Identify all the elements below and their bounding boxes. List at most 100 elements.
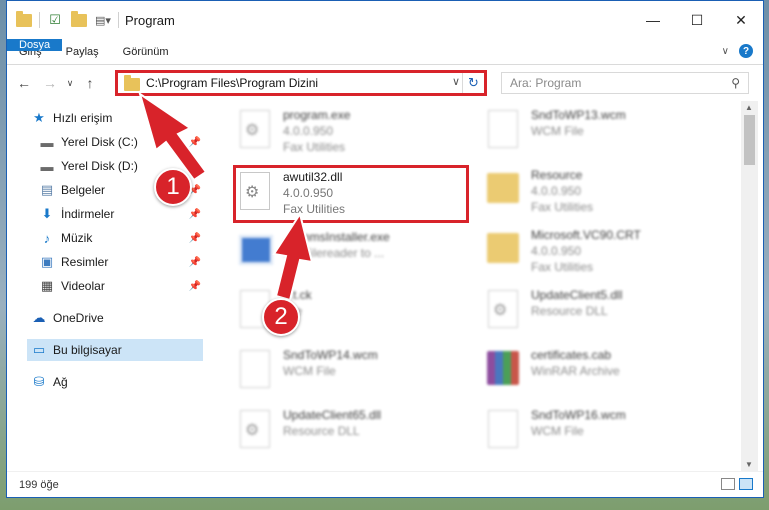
file-description: ...T Filereader to ... <box>283 246 385 260</box>
refresh-icon[interactable]: ↻ <box>462 73 484 93</box>
search-placeholder: Ara: Program <box>510 76 582 90</box>
recent-locations-button[interactable]: ∨ <box>63 70 77 96</box>
file-icon <box>235 347 275 391</box>
pin-icon[interactable]: 📌 <box>189 209 201 220</box>
file-name: program.exe <box>283 108 351 122</box>
view-buttons <box>721 478 753 490</box>
sidebar-item-videos[interactable]: ▦ Videolar 📌 <box>39 275 207 297</box>
file-description: Fax Utilities <box>531 200 594 214</box>
close-button[interactable]: ✕ <box>719 1 763 39</box>
file-item[interactable]: certificates.cab WinRAR Archive <box>483 347 620 391</box>
pin-icon[interactable]: 📌 <box>189 281 201 292</box>
network-icon: ⛁ <box>33 374 45 389</box>
file-item[interactable]: SndToWP13.wcm WCM File <box>483 107 626 151</box>
help-icon[interactable]: ? <box>739 44 753 58</box>
minimize-button[interactable]: — <box>631 1 675 39</box>
pin-icon[interactable]: 📌 <box>189 233 201 244</box>
star-icon: ★ <box>33 110 45 125</box>
file-item[interactable]: UpdateClient65.dll Resource DLL <box>235 407 381 451</box>
large-icons-view-icon[interactable] <box>739 478 753 490</box>
music-icon: ♪ <box>43 230 51 246</box>
sidebar-item-network[interactable]: ⛁ Ağ <box>31 371 225 393</box>
folder-icon <box>483 227 523 271</box>
sidebar-item-onedrive[interactable]: ☁ OneDrive <box>31 307 225 329</box>
sidebar-item-label: Yerel Disk (D:) <box>61 159 138 173</box>
file-name: SndToWP16.wcm <box>531 408 626 422</box>
cloud-icon: ☁ <box>32 310 46 325</box>
pin-icon[interactable]: 📌 <box>189 137 201 148</box>
sidebar-item-label: OneDrive <box>53 311 104 325</box>
explorer-window: ☑ ▤▾ Program — ☐ ✕ Dosya Giriş Paylaş Gö… <box>6 0 764 498</box>
file-icon <box>483 407 523 451</box>
step-badge-1: 1 <box>154 168 192 206</box>
file-description: WCM File <box>283 364 336 378</box>
sidebar-item-label: Videolar <box>61 279 105 293</box>
file-item[interactable]: SndToWP14.wcm WCM File <box>235 347 378 391</box>
sidebar-item-quick-access[interactable]: ★ Hızlı erişim <box>31 107 225 129</box>
back-button[interactable]: ← <box>11 70 37 96</box>
forward-button[interactable]: → <box>37 70 63 96</box>
pin-icon[interactable]: 📌 <box>189 257 201 268</box>
address-path[interactable]: C:\Program Files\Program Dizini <box>146 76 318 90</box>
pin-icon[interactable]: 📌 <box>189 161 201 172</box>
status-bar: 199 öğe <box>7 471 763 497</box>
content-area: ★ Hızlı erişim ▬ Yerel Disk (C:) 📌 ▬ Yer… <box>7 101 763 471</box>
scroll-down-icon[interactable]: ▼ <box>745 460 753 469</box>
tab-view[interactable]: Görünüm <box>111 39 181 64</box>
file-item[interactable]: program.exe 4.0.0.950 Fax Utilities <box>235 107 350 155</box>
title-bar: ☑ ▤▾ Program — ☐ ✕ <box>7 1 763 39</box>
archive-icon <box>483 347 523 391</box>
installer-icon <box>235 229 275 273</box>
file-item[interactable]: SndToWP16.wcm WCM File <box>483 407 626 451</box>
details-view-icon[interactable] <box>721 478 735 490</box>
expand-ribbon-icon[interactable]: ∨ <box>722 46 729 57</box>
file-version: 4.0.0.950 <box>283 124 334 138</box>
properties-icon[interactable]: ☑ <box>46 12 64 28</box>
item-count: 199 öğe <box>19 478 59 491</box>
sidebar-item-disk-c[interactable]: ▬ Yerel Disk (C:) 📌 <box>39 131 207 153</box>
scrollbar-thumb[interactable] <box>744 115 755 165</box>
drive-icon: ▬ <box>40 134 54 150</box>
file-name: ...ammsInstaller.exe <box>283 230 390 244</box>
new-folder-icon[interactable] <box>70 10 88 28</box>
folder-icon <box>15 10 33 28</box>
file-description: Fax Utilities <box>531 260 594 274</box>
customize-toolbar-icon[interactable]: ▤▾ <box>94 12 112 28</box>
folder-item[interactable]: Microsoft.VC90.CRT 4.0.0.950 Fax Utiliti… <box>483 227 641 275</box>
tab-file[interactable]: Dosya <box>7 39 63 51</box>
file-description: Resource DLL <box>283 424 360 438</box>
maximize-button[interactable]: ☐ <box>675 1 719 39</box>
navigation-bar: ← → ∨ ↑ C:\Program Files\Program Dizini … <box>7 65 763 101</box>
sidebar-item-music[interactable]: ♪ Müzik 📌 <box>39 227 207 249</box>
folder-item[interactable]: Resource 4.0.0.950 Fax Utilities <box>483 167 593 215</box>
file-description: WinRAR Archive <box>531 364 620 378</box>
file-name: UpdateClient5.dll <box>531 288 623 302</box>
folder-icon <box>124 75 140 91</box>
sidebar-item-this-pc[interactable]: ▭ Bu bilgisayar <box>27 339 203 361</box>
drive-icon: ▬ <box>40 158 54 174</box>
sidebar-item-label: Bu bilgisayar <box>53 343 122 357</box>
address-dropdown-icon[interactable]: ∨ <box>452 75 460 88</box>
file-version: 4.0.0.950 <box>531 244 582 258</box>
address-bar[interactable]: C:\Program Files\Program Dizini ∨ ↻ <box>115 70 487 96</box>
pictures-icon: ▣ <box>40 254 54 269</box>
computer-icon: ▭ <box>32 342 46 357</box>
file-item[interactable]: ...ammsInstaller.exe ...T Filereader to … <box>235 229 390 273</box>
file-name: Resource <box>531 168 583 182</box>
search-input[interactable]: Ara: Program ⚲ <box>501 72 749 94</box>
window-title: Program <box>125 12 175 28</box>
sidebar-item-downloads[interactable]: ⬇ İndirmeler 📌 <box>39 203 207 225</box>
file-version: 4.0.0.950 <box>531 184 582 198</box>
exe-icon <box>235 107 275 151</box>
divider <box>39 12 40 28</box>
vertical-scrollbar[interactable]: ▲ ▼ <box>741 101 758 471</box>
sidebar-item-label: Hızlı erişim <box>53 111 113 125</box>
file-item[interactable]: UpdateClient5.dll Resource DLL <box>483 287 622 331</box>
scroll-up-icon[interactable]: ▲ <box>745 103 753 112</box>
file-name: Microsoft.VC90.CRT <box>531 228 641 242</box>
up-button[interactable]: ↑ <box>77 70 103 96</box>
file-highlight-box <box>233 165 469 223</box>
file-description: Fax Utilities <box>283 140 346 154</box>
file-description: Resource DLL <box>531 304 608 318</box>
sidebar-item-pictures[interactable]: ▣ Resimler 📌 <box>39 251 207 273</box>
